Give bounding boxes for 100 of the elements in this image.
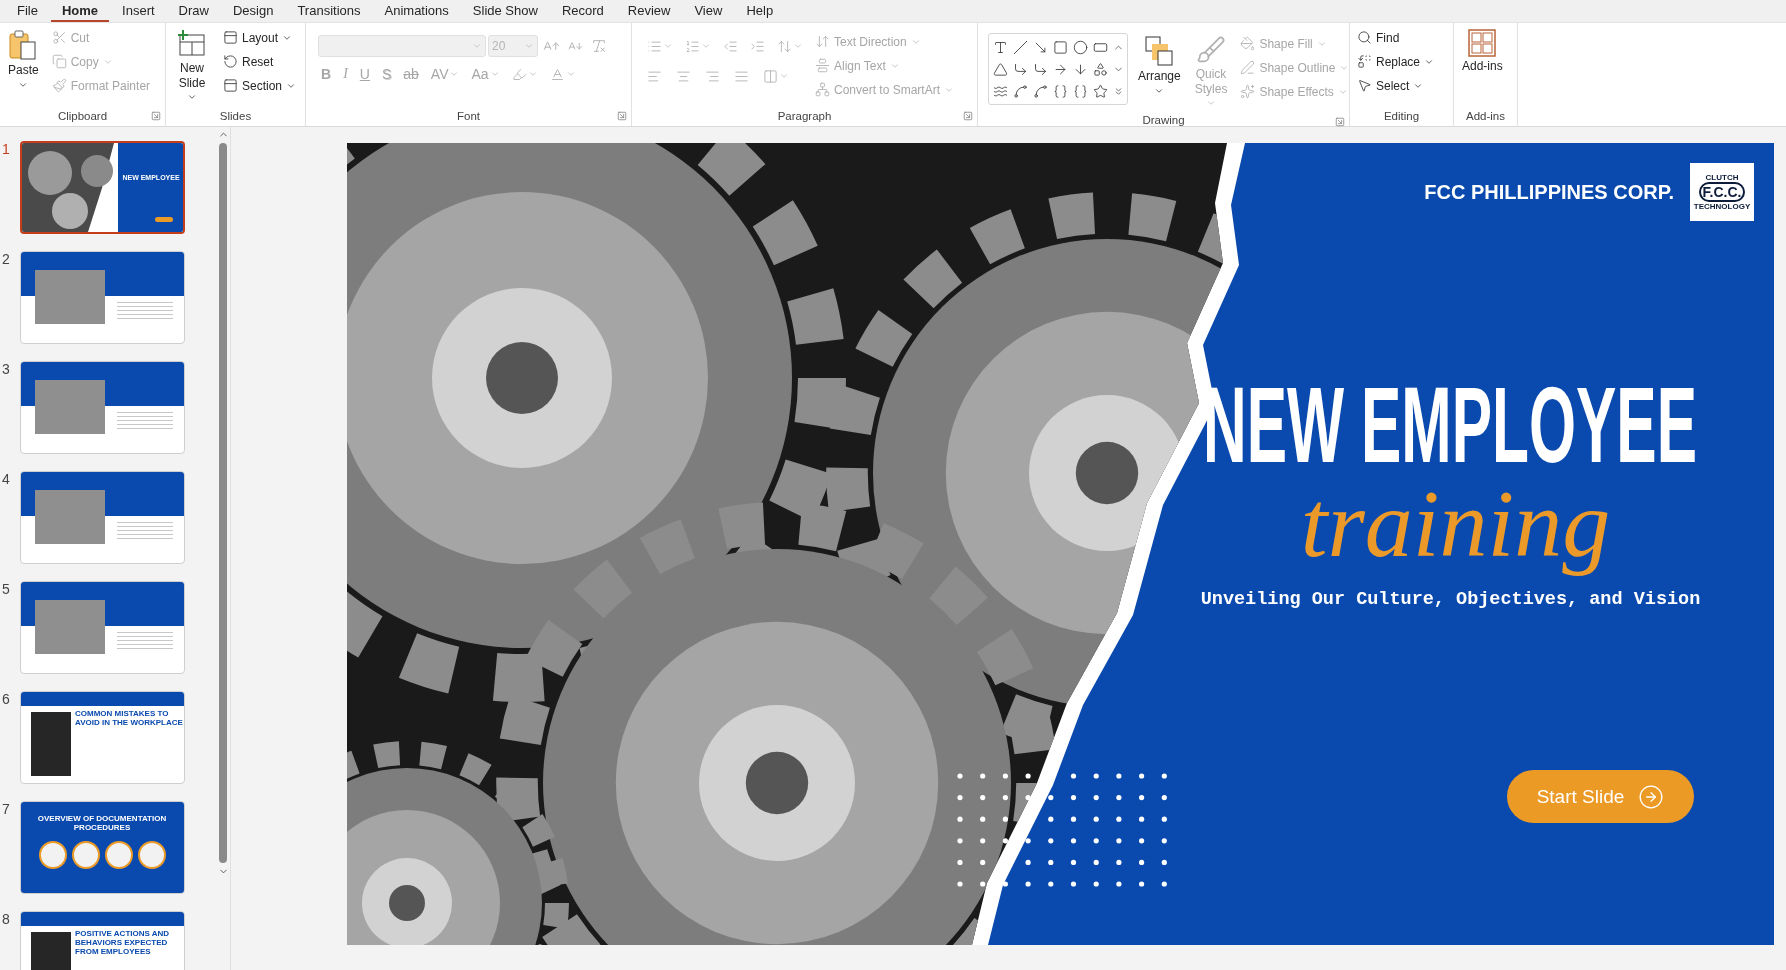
paste-button[interactable]: Paste [4,27,43,92]
thumbnail-title: COMMON MISTAKES TO AVOID IN THE WORKPLACE [75,709,183,727]
caret-icon [1206,98,1217,108]
shape-icon [1053,39,1068,55]
ribbon-tab[interactable]: Record [550,0,615,22]
slide-number: 6 [2,691,11,707]
company-logo: CLUTCH F.C.C. TECHNOLOGY [1690,163,1754,221]
align-text-icon [815,58,830,73]
group-label: Paragraph [777,110,832,122]
shape-icon [1033,61,1048,77]
ribbon-button[interactable]: Select [1354,75,1438,96]
dialog-launcher-icon[interactable] [617,111,627,121]
ribbon-tab[interactable]: Transitions [286,0,372,22]
decrease-indent-icon [723,38,738,54]
caret-icon [527,69,538,79]
ribbon-tab[interactable]: Design [221,0,285,22]
shape-icon [1053,83,1068,99]
slide-number: 5 [2,581,11,597]
ribbon-tab[interactable]: File [6,0,49,22]
replace-icon [1357,54,1372,69]
caret-icon [18,80,29,90]
new-slide-button[interactable]: New Slide [170,27,214,108]
slide-thumbnail[interactable] [20,471,185,564]
slide-thumbnail[interactable] [20,361,185,454]
start-button-thumbnail [155,217,173,222]
scrollbar-thumb[interactable] [219,143,227,863]
photo-placeholder [31,712,71,776]
pen-icon [1240,60,1256,75]
caret-icon [779,71,789,81]
arrange-icon [1144,35,1175,67]
align-center-icon [676,68,691,84]
caret-icon [565,69,576,79]
justify-icon [734,68,749,84]
shape-icon [1073,83,1088,99]
slide-number: 2 [2,251,11,267]
dialog-launcher-icon[interactable] [151,111,161,121]
ribbon-tab[interactable]: Insert [111,0,166,22]
ribbon-button[interactable]: Reset [220,51,300,72]
new-slide-icon [177,29,207,59]
add-ins-button[interactable]: Add-ins [1458,27,1507,76]
ribbon-button[interactable]: Section [220,75,300,96]
search-icon [1357,30,1372,45]
photo-placeholder [35,380,105,434]
gallery-scroll-icon[interactable] [1113,85,1124,97]
group-label: Add-ins [1466,110,1505,122]
section-icon [223,78,238,93]
font-name-field[interactable] [318,35,486,57]
caret-icon [472,41,482,51]
paintbrush-icon [51,78,67,93]
pointer-icon [1357,78,1372,93]
shape-icon [1073,61,1088,77]
shape-icon [1053,61,1068,77]
ribbon-button[interactable]: Layout [220,27,300,48]
sparkles-icon [1240,84,1256,99]
ribbon-button[interactable]: Find [1354,27,1438,48]
copy-icon [51,54,67,69]
ribbon-tab[interactable]: Slide Show [461,0,549,22]
slide-thumbnail[interactable]: COMMON MISTAKES TO AVOID IN THE WORKPLACE [20,691,185,784]
slide-number: 7 [2,801,11,817]
shapes-gallery[interactable] [988,33,1128,105]
caret-icon [701,41,711,51]
photo-placeholder [35,270,105,324]
slide-number: 4 [2,471,11,487]
slide-thumbnail[interactable] [20,581,185,674]
shape-icon [1013,61,1028,77]
paint-bucket-icon [1240,36,1256,51]
line-spacing-icon [777,38,792,54]
slide-thumbnail[interactable]: POSITIVE ACTIONS AND BEHAVIORS EXPECTED FROM EMPLOYEES [20,911,185,970]
thumbnail-title: POSITIVE ACTIONS AND BEHAVIORS EXPECTED FROM EMPLOYEES [75,929,171,956]
ribbon-tab[interactable]: View [683,0,734,22]
layout-icon [223,30,238,45]
photo-placeholder [35,490,105,544]
align-left-icon [647,68,662,84]
slide-number: 8 [2,911,11,927]
ribbon-tab[interactable]: Review [616,0,682,22]
arrange-button[interactable]: Arrange [1134,33,1185,98]
smartart-icon [815,82,830,97]
shape-icon [1033,83,1048,99]
ribbon-tab[interactable]: Help [735,0,785,22]
bullet-list-icon [647,38,662,54]
dialog-launcher-icon[interactable] [1335,117,1345,127]
text-direction-icon [815,34,830,49]
caret-icon [524,41,534,51]
caret-icon [663,41,673,51]
slide-thumbnail[interactable]: OVERVIEW OF DOCUMENTATION PROCEDURES [20,801,185,894]
caret-icon [1154,86,1165,96]
slide-number: 3 [2,361,11,377]
clear-formatting-icon [591,38,607,54]
ribbon-button[interactable]: Replace [1354,51,1438,72]
highlighter-icon [511,66,527,82]
dialog-launcher-icon[interactable] [963,111,973,121]
ribbon-tab[interactable]: Draw [167,0,220,22]
slide-thumbnail[interactable] [20,251,185,344]
photo-placeholder [35,600,105,654]
ribbon-tab[interactable]: Animations [373,0,460,22]
numbered-list-icon [685,38,700,54]
brush-icon [1196,35,1227,65]
shape-icon [1013,39,1028,55]
group-label: Slides [219,110,252,122]
shape-icon [1013,83,1028,99]
